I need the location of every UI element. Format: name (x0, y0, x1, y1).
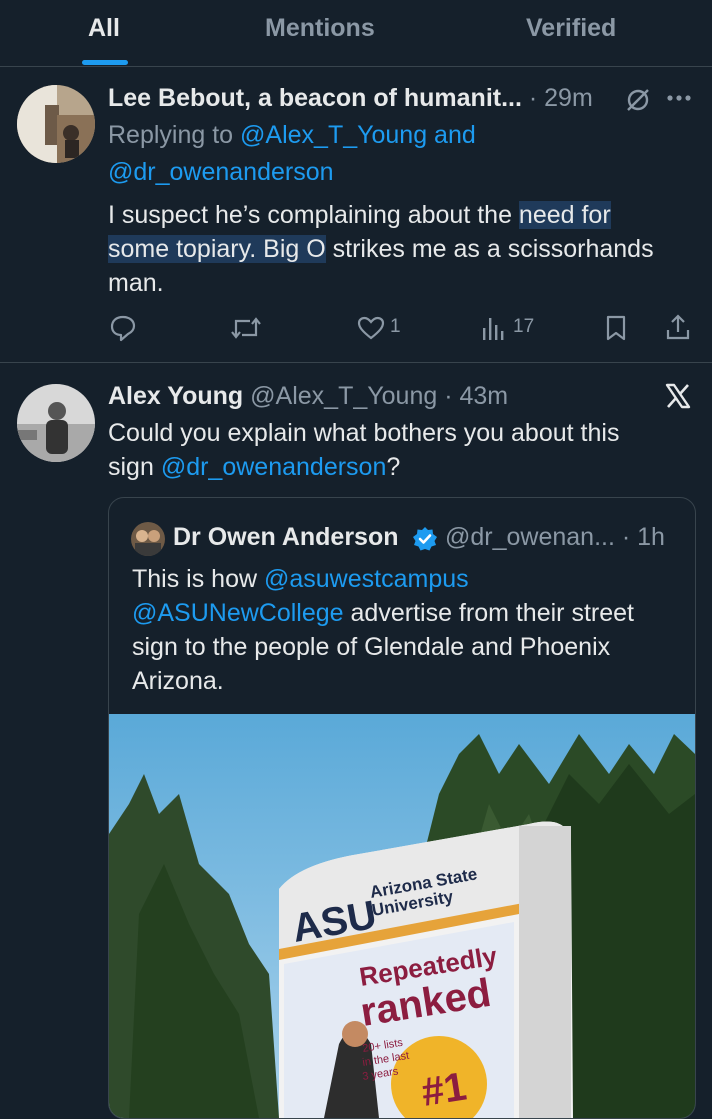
views-count: 17 (513, 316, 535, 337)
author-handle[interactable]: @Alex_T_Young (250, 382, 437, 410)
mention-link[interactable]: @asuwestcampus (264, 565, 469, 593)
text-segment: sign (108, 453, 154, 481)
timestamp[interactable]: 29m (544, 84, 593, 112)
reply-icon[interactable] (109, 314, 137, 342)
quoted-tweet[interactable]: Dr Owen Anderson @dr_owenan... · 1h This… (108, 497, 696, 1119)
share-icon[interactable] (664, 312, 692, 342)
author-name[interactable]: Dr Owen Anderson (173, 523, 399, 551)
replying-to: Replying to @Alex_T_Young and (108, 121, 476, 150)
avatar[interactable] (17, 85, 95, 163)
avatar-image (131, 522, 165, 556)
reply-header: Lee Bebout, a beacon of humanit... · 29m (108, 84, 593, 113)
active-tab-indicator (82, 60, 128, 65)
text-segment: I suspect he’s complaining about the (108, 201, 512, 229)
asu-sign-photo: ASU Arizona State University Repeatedly … (109, 714, 695, 1118)
verified-badge-icon (413, 527, 437, 551)
reply-text-line: man. (108, 269, 164, 297)
author-name[interactable]: Lee Bebout, a beacon of humanit... (108, 84, 522, 112)
text-segment: advertise from their street (350, 599, 634, 627)
quote-header: Dr Owen Anderson (173, 523, 399, 552)
separator-dot: · (437, 382, 460, 410)
replying-prefix: Replying to (108, 121, 234, 149)
tweet-header: Alex Young @Alex_T_Young · 43m (108, 382, 508, 411)
author-name[interactable]: Alex Young (108, 382, 243, 410)
tweet-divider (0, 362, 712, 363)
quote-text-line: @ASUNewCollege advertise from their stre… (132, 599, 634, 628)
text-segment: This is how (132, 565, 258, 593)
mention-link[interactable]: @dr_owenanderson (108, 158, 334, 186)
sign-badge-text: #1 (419, 1064, 470, 1114)
highlighted-text: some topiary. Big O (108, 235, 326, 263)
avatar-image (17, 384, 95, 462)
reply-text-line: some topiary. Big O strikes me as a scis… (108, 235, 654, 264)
timestamp[interactable]: 1h (637, 523, 665, 551)
timestamp[interactable]: 43m (459, 382, 508, 410)
muted-conversation-icon[interactable] (624, 86, 652, 114)
text-segment: ? (386, 453, 401, 481)
tweet-media-photo[interactable]: ASU Arizona State University Repeatedly … (109, 714, 695, 1118)
bookmark-icon[interactable] (604, 314, 628, 342)
more-options-icon[interactable] (666, 93, 692, 103)
x-logo-icon (665, 383, 691, 409)
avatar[interactable] (17, 384, 95, 462)
notification-tabs: All Mentions Verified (0, 0, 712, 67)
highlighted-text: need for (518, 201, 611, 229)
quote-text-line: Arizona. (132, 667, 224, 695)
author-handle[interactable]: @dr_owenan... (445, 523, 615, 551)
separator-dot: · (521, 84, 545, 112)
avatar-image (17, 85, 95, 163)
avatar[interactable] (131, 522, 165, 556)
quote-meta: @dr_owenan... · 1h (445, 523, 665, 552)
mention-link[interactable]: @dr_owenanderson (161, 453, 387, 481)
views-icon[interactable] (480, 314, 508, 342)
separator-dot: · (614, 523, 638, 551)
mention-link[interactable]: @ASUNewCollege (132, 599, 344, 627)
tweet-text-line: sign @dr_owenanderson? (108, 453, 400, 482)
mention-link[interactable]: @Alex_T_Young and (240, 121, 476, 149)
tab-all[interactable]: All (88, 14, 120, 43)
like-icon[interactable] (356, 315, 386, 341)
quote-text-line: sign to the people of Glendale and Phoen… (132, 633, 611, 661)
reply-text-line: I suspect he’s complaining about the nee… (108, 201, 611, 230)
retweet-icon[interactable] (230, 314, 262, 342)
tab-mentions[interactable]: Mentions (265, 14, 375, 43)
text-segment: strikes me as a scissorhands (332, 235, 654, 263)
tab-verified[interactable]: Verified (526, 14, 616, 43)
tweet-text-line: Could you explain what bothers you about… (108, 419, 620, 447)
quote-text-line: This is how @asuwestcampus (132, 565, 469, 594)
replying-to-line2: @dr_owenanderson (108, 158, 334, 187)
like-count: 1 (390, 316, 401, 337)
